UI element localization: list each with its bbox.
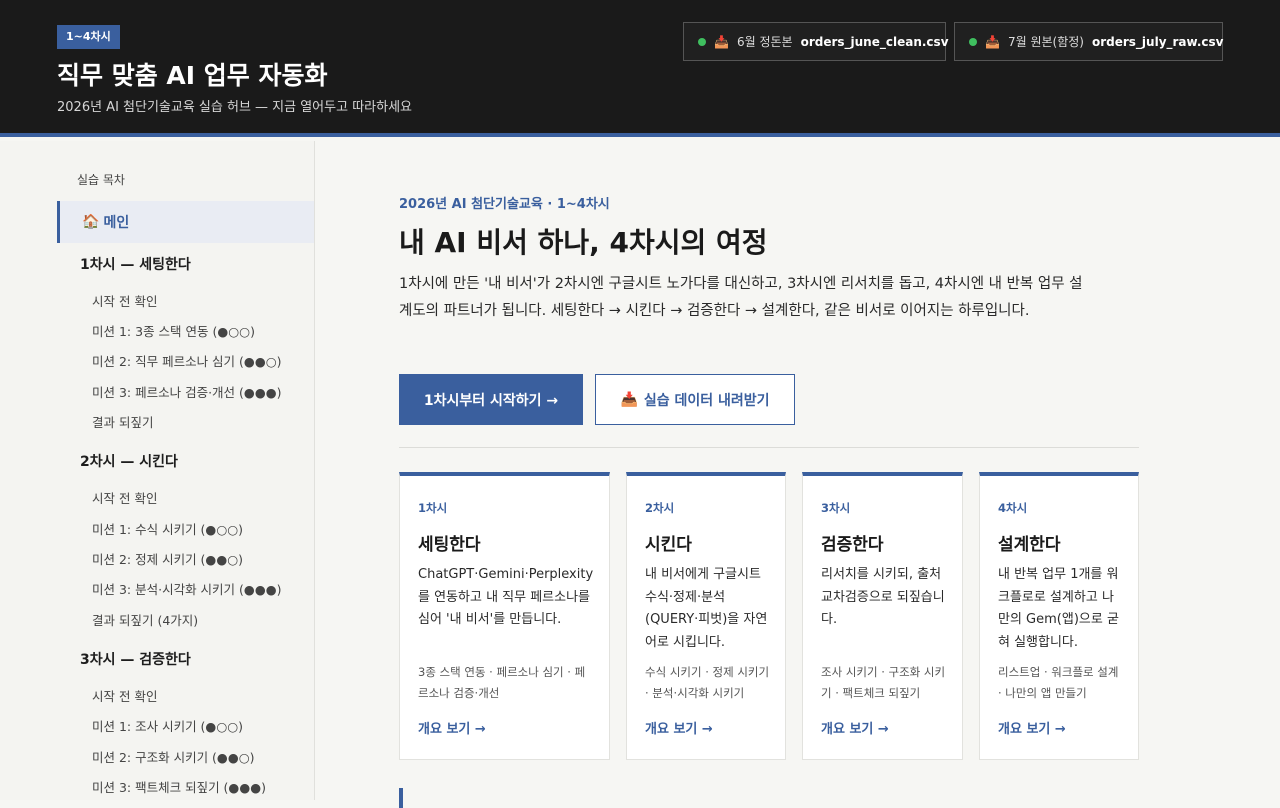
sidebar-item[interactable]: 미션 1: 3종 스택 연동 (●○○) [92, 321, 255, 340]
card-title: 검증한다 [821, 535, 884, 555]
card-tags: 조사 시키기 · 구조화 시키기 · 팩트체크 되짚기 [821, 665, 946, 700]
sidebar-item[interactable]: 미션 2: 직무 페르소나 심기 (●●○) [92, 351, 282, 370]
card-overview-link[interactable]: 개요 보기 → [821, 718, 889, 737]
sidebar-item[interactable]: 미션 2: 구조화 시키기 (●●○) [92, 747, 255, 766]
card-tags: 3종 스택 연동 · 페르소나 심기 · 페르소나 검증·개선 [418, 665, 586, 700]
inbox-tray-icon: 📥 [620, 391, 638, 408]
sidebar-item[interactable]: 결과 되짚기 [92, 412, 153, 431]
download-data-button[interactable]: 📥 실습 데이터 내려받기 [595, 374, 795, 425]
toc-title: 실습 목차 [77, 173, 125, 187]
card-step: 3차시 [821, 501, 851, 515]
sidebar-toc: 실습 목차 🏠 메인 1차시 — 세팅한다 시작 전 확인 미션 1: 3종 스… [0, 141, 315, 800]
inbox-tray-icon: 📥 [985, 34, 1000, 49]
sidebar-item[interactable]: 시작 전 확인 [92, 488, 157, 507]
card-overview-link[interactable]: 개요 보기 → [418, 718, 486, 737]
section-marker [399, 788, 403, 808]
card-title: 설계한다 [998, 535, 1061, 555]
session-card-4[interactable]: 4차시 설계한다 내 반복 업무 1개를 워크플로로 설계하고 나만의 Gem(… [979, 472, 1139, 760]
status-dot [698, 37, 706, 46]
sidebar-item[interactable]: 결과 되짚기 (4가지) [92, 610, 198, 629]
session-range-badge: 1~4차시 [57, 25, 120, 49]
sidebar-item[interactable]: 시작 전 확인 [92, 686, 157, 705]
file-name: orders_june_clean.csv [800, 34, 949, 49]
divider [399, 447, 1139, 448]
card-step: 2차시 [645, 501, 675, 515]
file-label: 6월 정돈본 [736, 35, 793, 49]
card-description: ChatGPT·Gemini·Perplexity를 연동하고 내 직무 페르소… [418, 567, 594, 627]
top-header: 1~4차시 직무 맞춤 AI 업무 자동화 2026년 AI 첨단기술교육 실습… [0, 0, 1280, 137]
card-tags: 리스트업 · 워크플로 설계 · 나만의 앱 만들기 [998, 665, 1119, 700]
file-name: orders_july_raw.csv [1091, 34, 1224, 49]
card-title: 세팅한다 [418, 535, 481, 555]
sidebar-section-1[interactable]: 1차시 — 세팅한다 [80, 254, 191, 274]
session-card-3[interactable]: 3차시 검증한다 리서치를 시키되, 출처 교차검증으로 되짚습니다. 조사 시… [802, 472, 963, 760]
main-content: 2026년 AI 첨단기술교육 · 1~4차시 내 AI 비서 하나, 4차시의… [315, 141, 1280, 808]
site-title: 직무 맞춤 AI 업무 자동화 [57, 61, 328, 90]
sidebar-item[interactable]: 미션 3: 팩트체크 되짚기 (●●●) [92, 777, 266, 796]
sidebar-item[interactable]: 미션 1: 수식 시키기 (●○○) [92, 519, 243, 538]
button-label: 실습 데이터 내려받기 [643, 392, 770, 409]
session-card-2[interactable]: 2차시 시킨다 내 비서에게 구글시트 수식·정제·분석(QUERY·피벗)을 … [626, 472, 786, 760]
status-dot [969, 37, 977, 46]
house-icon: 🏠 [82, 214, 100, 230]
page-title: 내 AI 비서 하나, 4차시의 여정 [399, 226, 768, 259]
hero-eyebrow: 2026년 AI 첨단기술교육 · 1~4차시 [399, 197, 610, 212]
hero-description: 1차시에 만든 '내 비서'가 2차시엔 구글시트 노가다를 대신하고, 3차시… [399, 276, 1083, 319]
session-card-1[interactable]: 1차시 세팅한다 ChatGPT·Gemini·Perplexity를 연동하고… [399, 472, 610, 760]
card-tags: 수식 시키기 · 정제 시키기 · 분석·시각화 시키기 [645, 665, 770, 700]
sidebar-section-3[interactable]: 3차시 — 검증한다 [80, 649, 191, 669]
start-session-1-button[interactable]: 1차시부터 시작하기 → [399, 374, 583, 425]
card-overview-link[interactable]: 개요 보기 → [998, 718, 1066, 737]
download-july-file[interactable]: 📥 7월 원본(함정) orders_july_raw.csv [954, 22, 1223, 61]
sidebar-item-main[interactable]: 🏠 메인 [57, 201, 314, 243]
file-label: 7월 원본(함정) [1007, 35, 1084, 49]
inbox-tray-icon: 📥 [714, 34, 729, 49]
card-step: 1차시 [418, 501, 448, 515]
card-description: 내 반복 업무 1개를 워크플로로 설계하고 나만의 Gem(앱)으로 굳혀 실… [998, 567, 1119, 650]
sidebar-section-2[interactable]: 2차시 — 시킨다 [80, 451, 178, 471]
sidebar-item[interactable]: 미션 2: 정제 시키기 (●●○) [92, 549, 243, 568]
sidebar-item[interactable]: 미션 1: 조사 시키기 (●○○) [92, 716, 243, 735]
sidebar-item[interactable]: 미션 3: 페르소나 검증·개선 (●●●) [92, 382, 282, 401]
card-step: 4차시 [998, 501, 1028, 515]
sidebar-item[interactable]: 미션 3: 분석·시각화 시키기 (●●●) [92, 579, 282, 598]
download-june-file[interactable]: 📥 6월 정돈본 orders_june_clean.csv [683, 22, 949, 61]
sidebar-item[interactable]: 시작 전 확인 [92, 291, 157, 310]
card-description: 리서치를 시키되, 출처 교차검증으로 되짚습니다. [821, 567, 945, 627]
card-description: 내 비서에게 구글시트 수식·정제·분석(QUERY·피벗)을 자연어로 시킵니… [645, 567, 768, 650]
site-subtitle: 2026년 AI 첨단기술교육 실습 허브 — 지금 열어두고 따라하세요 [57, 100, 412, 115]
card-title: 시킨다 [645, 535, 692, 555]
card-overview-link[interactable]: 개요 보기 → [645, 718, 713, 737]
sidebar-item-label: 메인 [103, 215, 130, 231]
